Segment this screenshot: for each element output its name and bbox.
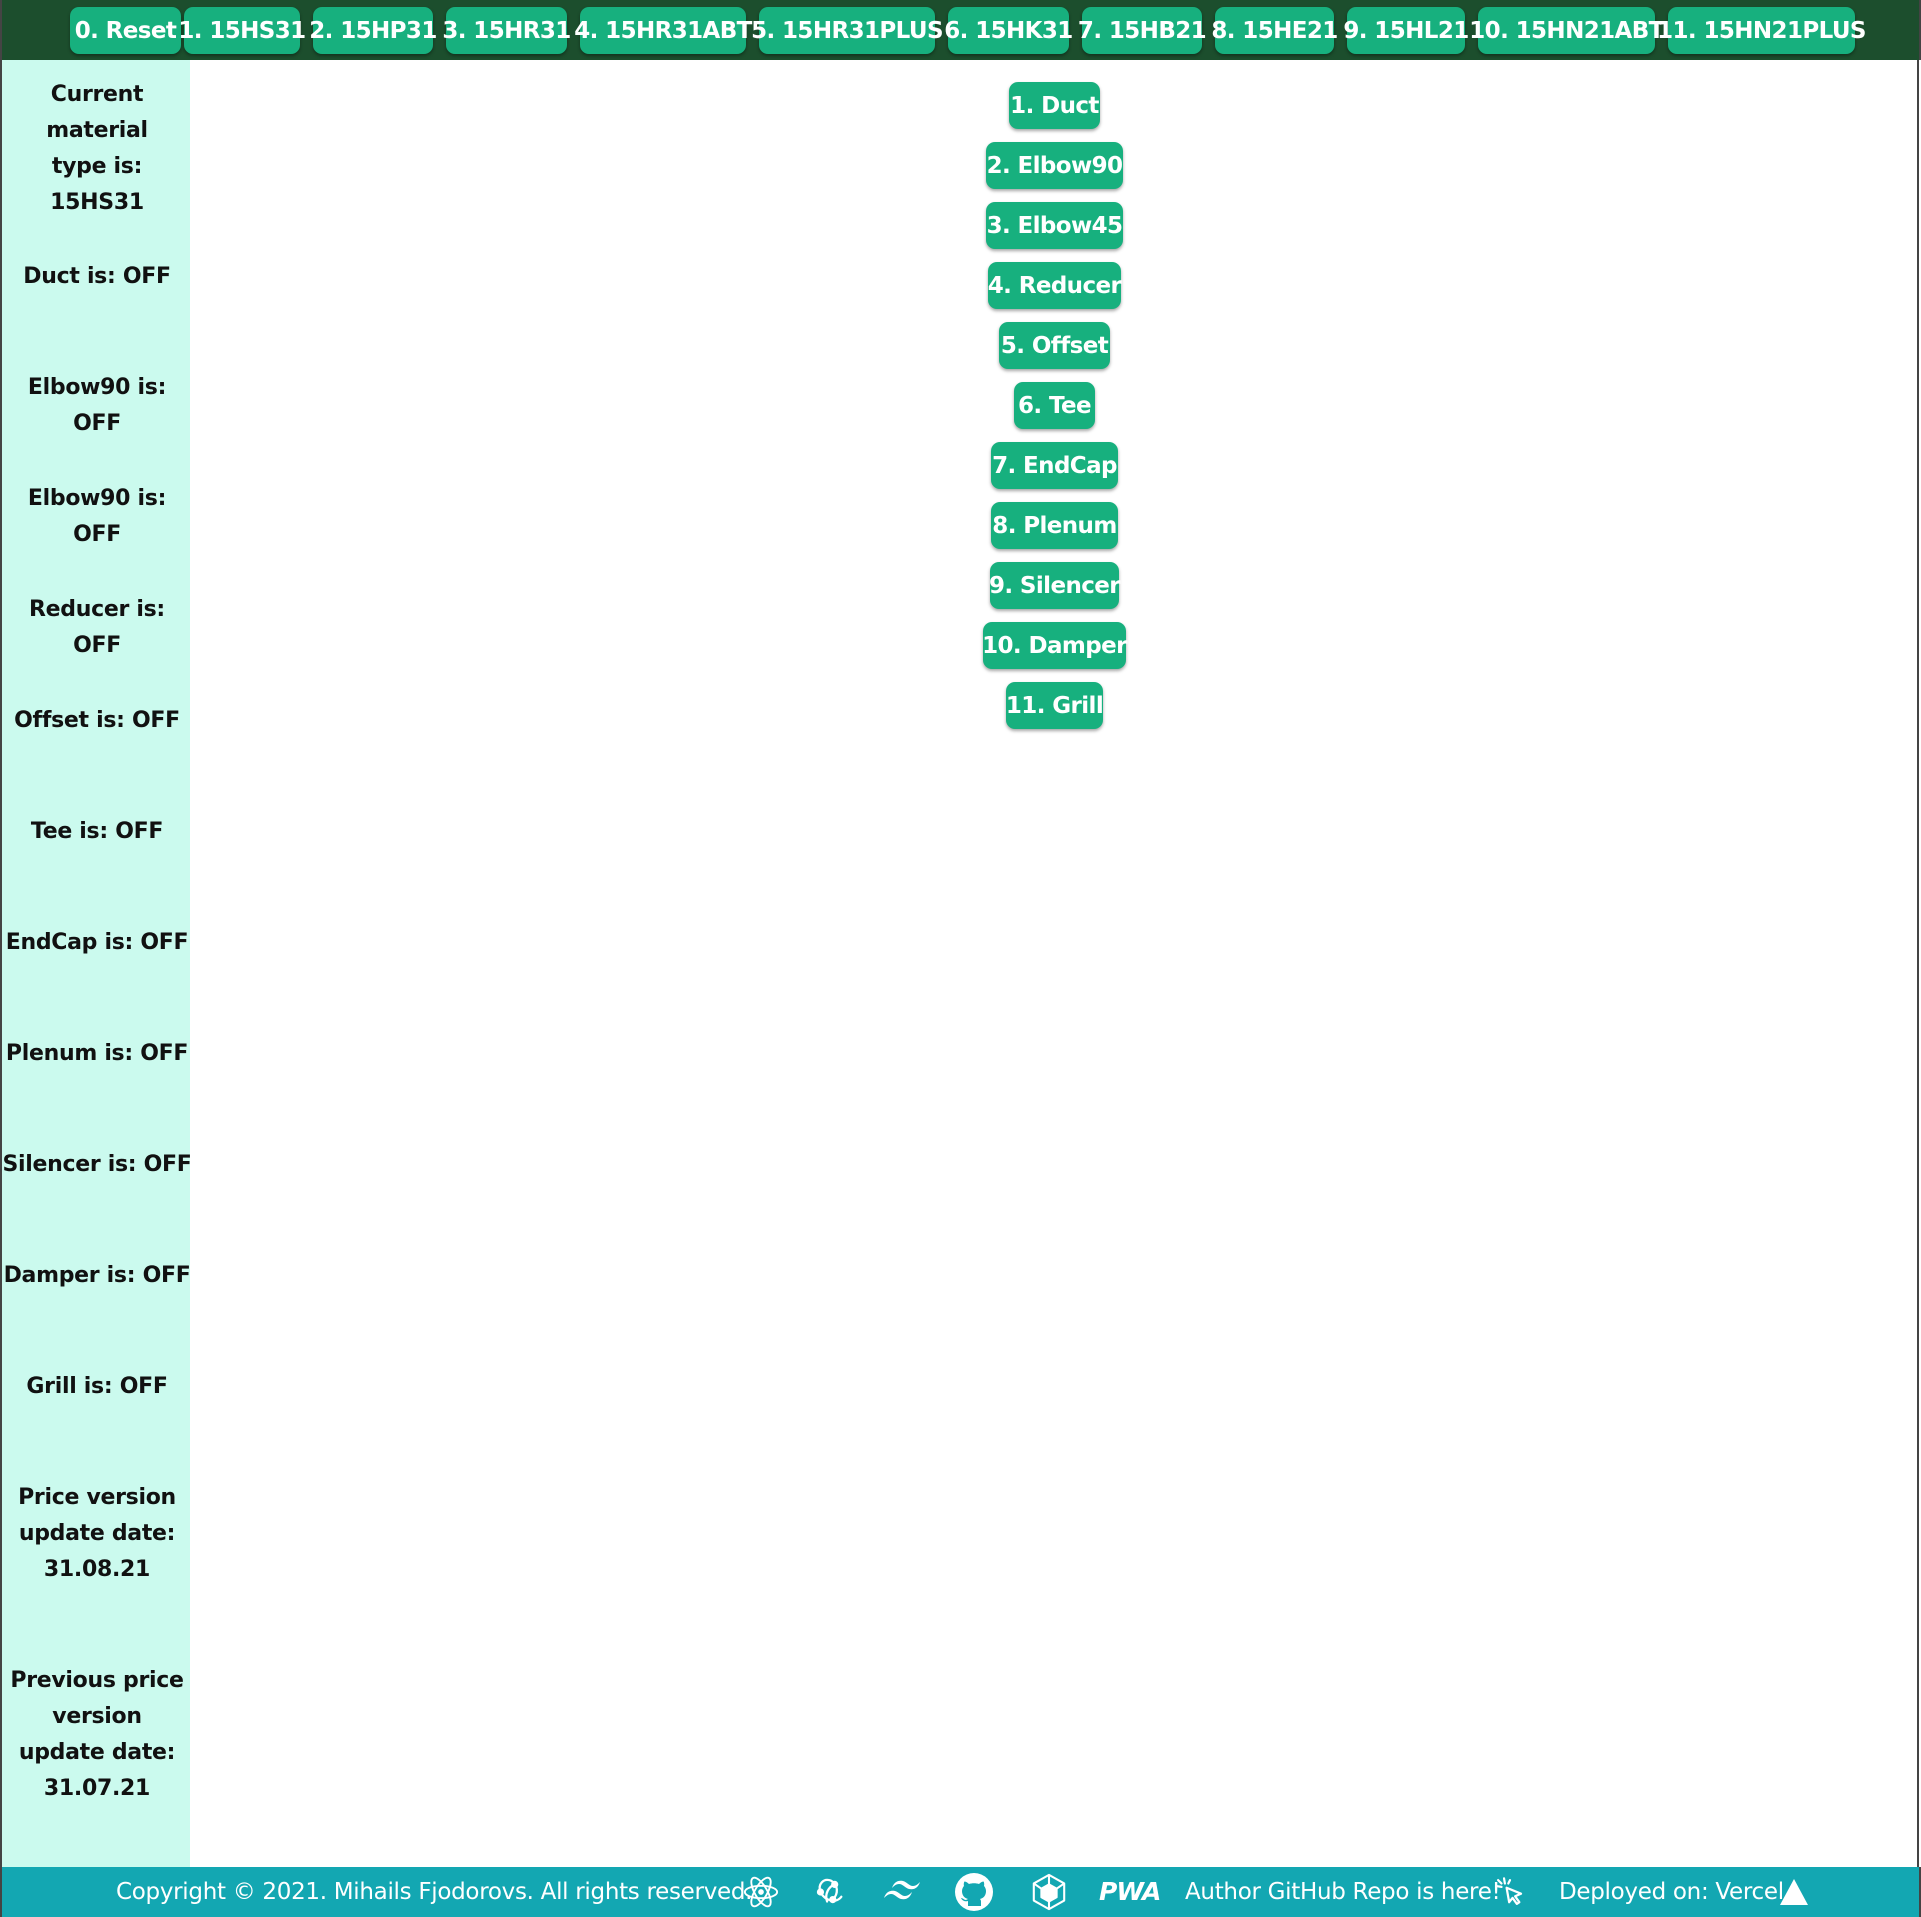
material-button-15hl21[interactable]: 9. 15HL21 — [1343, 7, 1469, 54]
material-nav-bar: 0. Reset 1. 15HS31 2. 15HP31 3. 15HR31 4… — [0, 0, 1921, 60]
part-button-duct[interactable]: 1. Duct — [1009, 82, 1100, 129]
material-button-15hr31plus[interactable]: 5. 15HR31PLUS — [751, 7, 944, 54]
author-repo-link[interactable]: Author GitHub Repo is here! — [1185, 1867, 1501, 1917]
cursor-click-icon[interactable] — [1490, 1872, 1530, 1912]
part-button-damper[interactable]: 10. Damper — [982, 622, 1127, 669]
material-button-15hn21plus[interactable]: 11. 15HN21PLUS — [1657, 7, 1867, 54]
material-button-15hk31[interactable]: 6. 15HK31 — [944, 7, 1073, 54]
part-button-elbow90[interactable]: 2. Elbow90 — [986, 142, 1123, 189]
parts-panel: 1. Duct 2. Elbow90 3. Elbow45 4. Reducer… — [190, 60, 1919, 1867]
status-sidebar: Current material type is: 15HS31 Duct is… — [0, 60, 192, 1867]
part-button-reducer[interactable]: 4. Reducer — [988, 262, 1122, 309]
previous-price-update-date: Previous price version update date: 31.0… — [10, 1668, 184, 1801]
github-icon[interactable] — [954, 1872, 994, 1912]
elbow90-status: Elbow90 is: OFF — [27, 375, 167, 436]
reset-button[interactable]: 0. Reset — [70, 7, 181, 54]
deployed-text: Deployed on: Vercel — [1559, 1879, 1784, 1905]
offset-status: Offset is: OFF — [14, 708, 180, 733]
tee-status: Tee is: OFF — [30, 819, 164, 844]
material-button-15hn21abt[interactable]: 10. 15HN21ABT — [1469, 7, 1664, 54]
grill-status: Grill is: OFF — [26, 1374, 168, 1399]
damper-status: Damper is: OFF — [3, 1263, 191, 1288]
duct-status: Duct is: OFF — [23, 264, 171, 289]
react-icon — [741, 1872, 781, 1912]
vercel-triangle-icon — [1774, 1872, 1814, 1912]
silencer-status: Silencer is: OFF — [2, 1152, 192, 1177]
part-button-plenum[interactable]: 8. Plenum — [991, 502, 1118, 549]
pwa-icon: PWA — [1099, 1877, 1161, 1906]
price-update-date: Price version update date: 31.08.21 — [18, 1485, 176, 1582]
material-button-15hr31[interactable]: 3. 15HR31 — [442, 7, 571, 54]
material-button-15hr31abt[interactable]: 4. 15HR31ABT — [574, 7, 752, 54]
material-button-15he21[interactable]: 8. 15HE21 — [1211, 7, 1338, 54]
tailwind-icon — [882, 1872, 922, 1912]
material-button-15hb21[interactable]: 7. 15HB21 — [1078, 7, 1207, 54]
part-button-grill[interactable]: 11. Grill — [1006, 682, 1104, 729]
current-material-label: Current material type is: 15HS31 — [46, 82, 148, 215]
part-button-endcap[interactable]: 7. EndCap — [991, 442, 1118, 489]
elbow45-status: Elbow90 is: OFF — [27, 486, 167, 547]
part-button-elbow45[interactable]: 3. Elbow45 — [986, 202, 1123, 249]
endcap-status: EndCap is: OFF — [5, 930, 189, 955]
redux-icon — [809, 1872, 849, 1912]
part-button-offset[interactable]: 5. Offset — [999, 322, 1110, 369]
reducer-status: Reducer is: OFF — [29, 597, 165, 658]
webpack-icon — [1029, 1872, 1069, 1912]
footer: Copyright © 2021. Mihails Fjodorovs. All… — [0, 1867, 1921, 1917]
copyright-text: Copyright © 2021. Mihails Fjodorovs. All… — [116, 1879, 753, 1905]
plenum-status: Plenum is: OFF — [5, 1041, 189, 1066]
part-button-silencer[interactable]: 9. Silencer — [989, 562, 1121, 609]
material-button-15hs31[interactable]: 1. 15HS31 — [178, 7, 306, 54]
material-button-15hp31[interactable]: 2. 15HP31 — [309, 7, 437, 54]
part-button-tee[interactable]: 6. Tee — [1014, 382, 1095, 429]
